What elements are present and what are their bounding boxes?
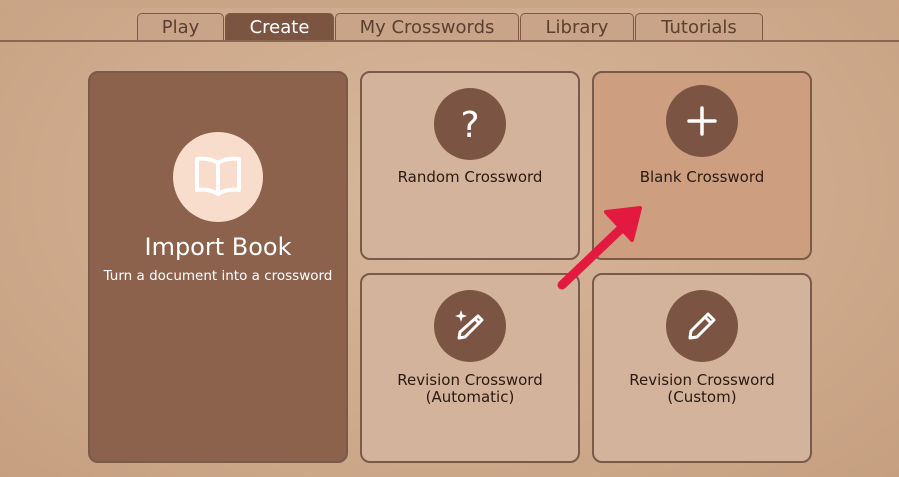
tab-play[interactable]: Play	[137, 13, 224, 41]
svg-text:?: ?	[460, 105, 479, 144]
tab-divider	[0, 40, 899, 42]
magic-pencil-icon	[434, 290, 506, 362]
pointer-arrow-icon	[557, 206, 642, 290]
revision-automatic-card[interactable]: Revision Crossword (Automatic)	[360, 273, 580, 463]
revision-custom-card[interactable]: Revision Crossword (Custom)	[592, 273, 812, 463]
revision-custom-line2: (Custom)	[667, 388, 737, 406]
main-tabs: Play Create My Crosswords Library Tutori…	[137, 13, 764, 41]
tab-tutorials[interactable]: Tutorials	[635, 13, 763, 41]
open-book-icon	[173, 132, 263, 222]
import-book-subtitle: Turn a document into a crossword	[103, 268, 333, 284]
random-crossword-card[interactable]: ? Random Crossword	[360, 71, 580, 260]
revision-automatic-line1: Revision Crossword	[397, 371, 543, 389]
import-book-card[interactable]: Import Book Turn a document into a cross…	[88, 71, 348, 463]
question-mark-icon: ?	[434, 88, 506, 160]
tab-my-crosswords[interactable]: My Crosswords	[335, 13, 519, 41]
tab-create[interactable]: Create	[225, 13, 334, 41]
pencil-icon	[666, 290, 738, 362]
import-book-title: Import Book	[144, 233, 292, 261]
random-crossword-label: Random Crossword	[397, 168, 543, 186]
revision-custom-label: Revision Crossword (Custom)	[594, 372, 810, 406]
top-strip	[0, 0, 899, 8]
revision-automatic-label: Revision Crossword (Automatic)	[362, 372, 578, 406]
tab-library[interactable]: Library	[520, 13, 634, 41]
plus-icon	[666, 85, 738, 157]
blank-crossword-label: Blank Crossword	[639, 168, 765, 186]
revision-automatic-line2: (Automatic)	[425, 388, 515, 406]
revision-custom-line1: Revision Crossword	[629, 371, 775, 389]
